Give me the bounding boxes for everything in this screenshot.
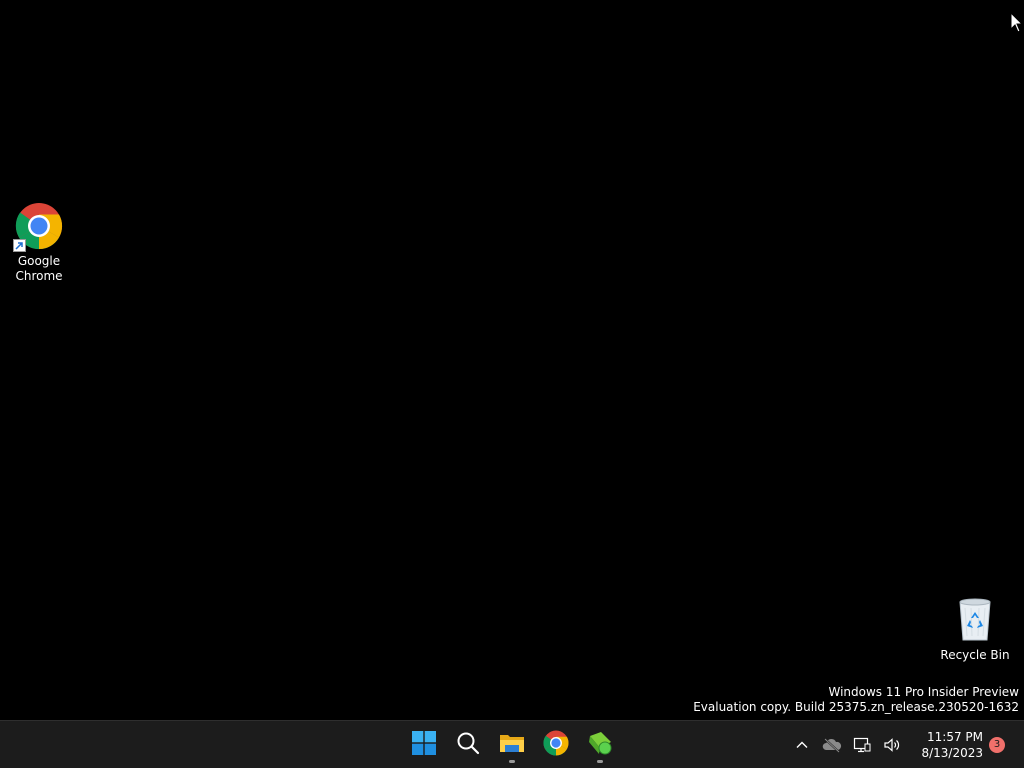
desktop[interactable]: Google Chrome Recycle Bin Windows 11 Pro… xyxy=(0,0,1024,720)
search-button[interactable] xyxy=(448,725,488,765)
taskbar: 11:57 PM 8/13/2023 3 xyxy=(0,720,1024,768)
folder-icon xyxy=(499,731,525,759)
mouse-cursor-icon xyxy=(1010,11,1024,34)
start-button[interactable] xyxy=(404,725,444,765)
running-indicator xyxy=(509,759,515,763)
onedrive-offline-icon[interactable] xyxy=(820,733,844,757)
taskbar-google-chrome[interactable] xyxy=(536,725,576,765)
desktop-icon-label: Google Chrome xyxy=(15,254,63,283)
chrome-icon xyxy=(13,202,63,252)
clock-date: 8/13/2023 xyxy=(921,745,983,760)
taskbar-file-explorer[interactable] xyxy=(492,725,532,765)
search-icon xyxy=(456,731,480,759)
taskbar-apps xyxy=(402,721,622,768)
chrome-icon xyxy=(543,730,569,760)
windows-start-icon xyxy=(412,730,436,759)
desktop-icon-recycle-bin[interactable]: Recycle Bin xyxy=(937,596,1013,663)
watermark-build: Evaluation copy. Build 25375.zn_release.… xyxy=(693,700,1019,714)
watermark-edition: Windows 11 Pro Insider Preview xyxy=(828,685,1019,699)
chevron-up-icon[interactable] xyxy=(790,733,814,757)
green-app-icon xyxy=(587,730,613,760)
running-indicator xyxy=(597,759,603,763)
desktop-icon-label: Recycle Bin xyxy=(940,648,1010,662)
clock-time: 11:57 PM xyxy=(927,729,983,744)
notification-badge[interactable]: 3 xyxy=(989,736,1005,753)
windows-watermark: Windows 11 Pro Insider Preview Evaluatio… xyxy=(693,685,1019,715)
network-icon[interactable] xyxy=(850,733,874,757)
clock[interactable]: 11:57 PM 8/13/2023 xyxy=(921,729,983,761)
volume-icon[interactable] xyxy=(880,733,904,757)
desktop-icon-google-chrome[interactable]: Google Chrome xyxy=(1,202,77,284)
taskbar-green-app[interactable] xyxy=(580,725,620,765)
system-tray: 11:57 PM 8/13/2023 3 xyxy=(787,721,1024,768)
shortcut-arrow-icon xyxy=(13,239,26,252)
recycle-bin-icon xyxy=(951,596,999,644)
